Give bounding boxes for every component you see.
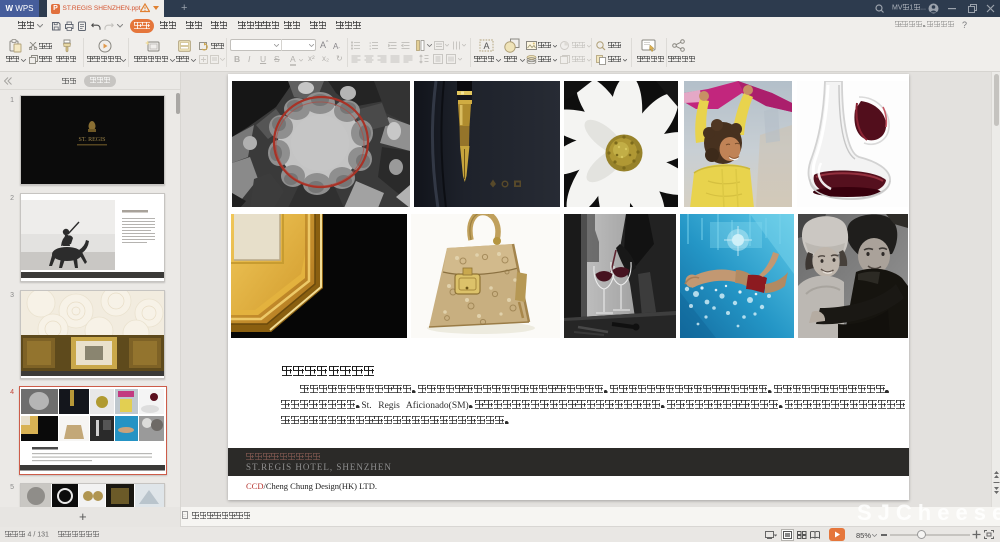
svg-text:ST. REGIS: ST. REGIS [79, 137, 106, 143]
svg-text:A: A [483, 41, 489, 51]
